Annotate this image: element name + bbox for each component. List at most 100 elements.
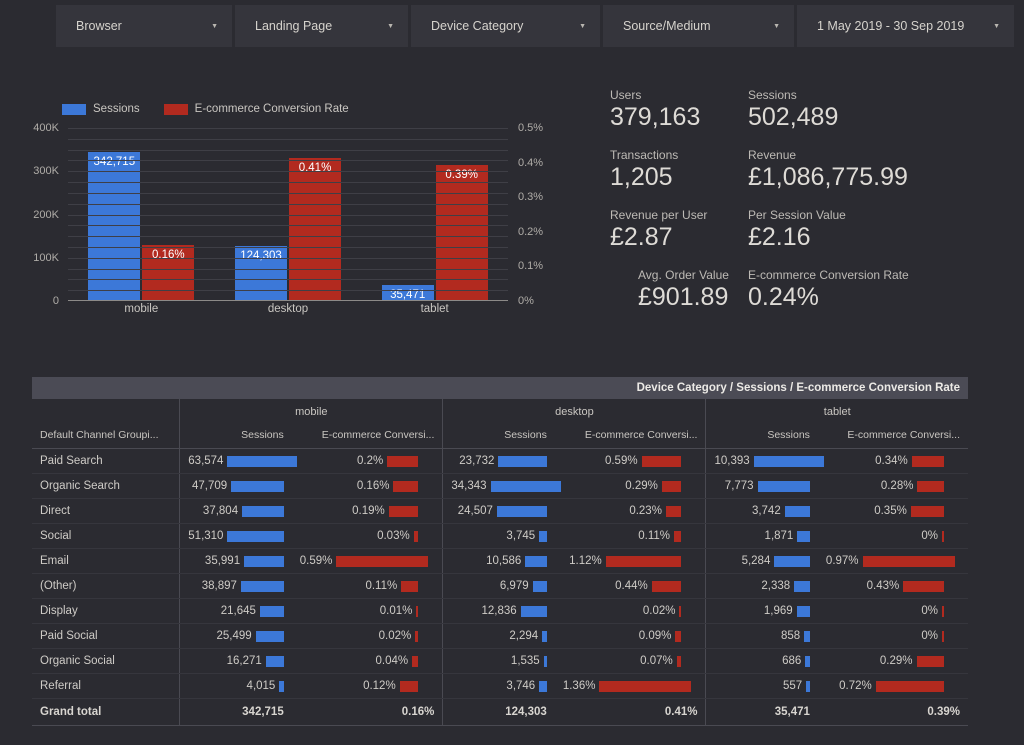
cell-bar [805,655,810,667]
cell-value: 6,979 [499,580,529,592]
cell-bar [525,555,547,567]
chevron-down-icon: ▼ [387,22,394,30]
cell-bar [679,605,682,617]
cell-bar [875,680,944,692]
cell-bar [797,530,810,542]
filter-date-range-label: 1 May 2019 - 30 Sep 2019 [817,19,965,33]
cell-value: 0.11% [638,530,671,542]
chart-legend: Sessions E-commerce Conversion Rate [62,103,363,115]
cell-bar [227,455,298,467]
cell-value: 1.12% [569,555,602,567]
chart-gridline [68,279,508,281]
table-cell-desktop-sessions: 2,294 [442,623,555,649]
table-cell-tablet-conversion: 0.43% [817,573,968,599]
table-cell-mobile-conversion: 0.2% [291,448,443,474]
table-row[interactable]: Direct 37,804 0.19% 24,507 0.23% 3,742 0.35% [32,498,968,524]
legend-item-sessions[interactable]: Sessions [62,103,140,115]
chart-bar[interactable]: 124,303 [235,246,287,300]
table-cell-dimension: Email [32,548,180,574]
col-default-channel-grouping[interactable]: Default Channel Groupi... [32,423,180,449]
scorecard-title: Sessions [748,88,797,102]
col-desktop-conversion[interactable]: E-commerce Conversi... [554,423,706,449]
filter-date-range[interactable]: 1 May 2019 - 30 Sep 2019 ▼ [797,5,1014,47]
table-row[interactable]: (Other) 38,897 0.11% 6,979 0.44% 2,338 0.43% [32,573,968,599]
chart-bar[interactable]: 35,471 [381,284,434,301]
scorecard-value: 1,205 [610,163,673,191]
table-cell-tablet-conversion: 0% [817,523,968,549]
table-cell-tablet-conversion: 0.72% [817,673,968,699]
table-cell-mobile-sessions: 4,015 [179,673,292,699]
scorecard[interactable]: Revenue £1,086,775.99 [748,148,908,192]
scorecard-title: Transactions [610,148,679,162]
cell-value: 1,969 [763,605,793,617]
cell-bar [532,580,547,592]
filter-landing-page[interactable]: Landing Page ▼ [235,5,408,47]
table-footer: Grand total 342,715 0.16% 124,303 0.41% 35,47… [32,698,968,726]
table-cell-mobile-sessions: 25,499 [179,623,292,649]
chart-category-label: mobile [124,303,159,315]
legend-item-conversion-rate[interactable]: E-commerce Conversion Rate [163,103,349,115]
cell-bar [641,455,682,467]
table-row[interactable]: Paid Social 25,499 0.02% 2,294 0.09% 858 0% [32,623,968,649]
table-cell-tablet-sessions: 858 [705,623,818,649]
col-tablet-conversion[interactable]: E-commerce Conversi... [817,423,968,449]
cell-value: 38,897 [201,580,237,592]
cell-value: 0.19% [352,505,385,517]
table-cell-desktop-sessions: 3,745 [442,523,555,549]
cell-value: 0% [921,530,938,542]
table-banner-label: Device Category / Sessions / E-commerce … [636,382,960,394]
total-desktop-sessions: 124,303 [442,698,555,726]
col-mobile-sessions[interactable]: Sessions [179,423,292,449]
cell-value: 7,773 [724,480,754,492]
table-cell-dimension: Social [32,523,180,549]
scorecard[interactable]: Avg. Order Value £901.89 [638,268,729,312]
table-cell-mobile-sessions: 37,804 [179,498,292,524]
cell-bar [651,580,682,592]
chart-bar[interactable]: 0.16% [142,244,195,300]
scorecard-title: Avg. Order Value [638,268,729,282]
cell-bar [806,680,810,692]
cell-bar [413,530,419,542]
table-row[interactable]: Paid Search 63,574 0.2% 23,732 0.59% 10,393 0.… [32,448,968,474]
right-axis-tick: 0% [518,295,534,307]
table-cell-tablet-conversion: 0.34% [817,448,968,474]
cell-bar [599,680,692,692]
col-tablet-sessions[interactable]: Sessions [705,423,818,449]
scorecard[interactable]: Transactions 1,205 [610,148,678,192]
table-row[interactable]: Organic Social 16,271 0.04% 1,535 0.07% 686 0.… [32,648,968,674]
table-cell-mobile-sessions: 51,310 [179,523,292,549]
table-cell-mobile-conversion: 0.16% [291,473,443,499]
scorecard[interactable]: Sessions 502,489 [748,88,838,132]
chart-bar-value: 0.16% [152,248,185,261]
cell-value: 34,343 [451,480,487,492]
table-cell-tablet-sessions: 5,284 [705,548,818,574]
col-mobile-conversion[interactable]: E-commerce Conversi... [291,423,443,449]
table-row[interactable]: Referral 4,015 0.12% 3,746 1.36% 557 0.72% [32,673,968,699]
table-row[interactable]: Display 21,645 0.01% 12,836 0.02% 1,969 0% [32,598,968,624]
cell-value: 3,746 [506,680,536,692]
legend-label-sessions: Sessions [93,103,140,115]
scorecard[interactable]: Revenue per User £2.87 [610,208,707,252]
table-cell-desktop-conversion: 0.59% [554,448,706,474]
chart-category-label: desktop [267,303,309,315]
table-row[interactable]: Social 51,310 0.03% 3,745 0.11% 1,871 0% [32,523,968,549]
scorecard[interactable]: Users 379,163 [610,88,700,132]
table-cell-desktop-conversion: 0.29% [554,473,706,499]
scorecard[interactable]: Per Session Value £2.16 [748,208,846,252]
col-desktop-sessions[interactable]: Sessions [442,423,555,449]
cell-value: 0.16% [356,480,390,492]
cell-value: 37,804 [202,505,239,517]
filter-source-medium[interactable]: Source/Medium ▼ [603,5,794,47]
table-row[interactable]: Email 35,991 0.59% 10,586 1.12% 5,284 0.97% [32,548,968,574]
scorecard-title: E-commerce Conversion Rate [748,268,909,282]
scorecard[interactable]: E-commerce Conversion Rate 0.24% [748,268,909,312]
table-row[interactable]: Organic Search 47,709 0.16% 34,343 0.29% 7,77… [32,473,968,499]
filter-device-category[interactable]: Device Category ▼ [411,5,600,47]
chart-gridline [68,257,508,259]
filter-browser[interactable]: Browser ▼ [56,5,232,47]
table-cell-tablet-sessions: 3,742 [705,498,818,524]
table-cell-desktop-conversion: 0.23% [554,498,706,524]
table-cell-desktop-conversion: 0.02% [554,598,706,624]
cell-value: 0.03% [377,530,410,542]
legend-swatch-red [163,103,188,115]
